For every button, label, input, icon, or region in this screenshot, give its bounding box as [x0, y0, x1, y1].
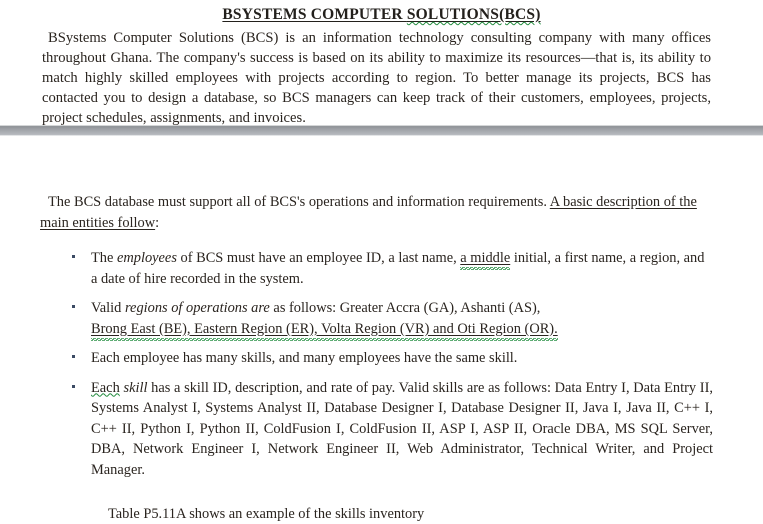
- list-item: The employees of BCS must have an employ…: [72, 248, 713, 289]
- bullet-marker-icon: [72, 305, 75, 308]
- lead-paragraph: The BCS database must support all of BCS…: [40, 192, 711, 234]
- intro-paragraph: BSystems Computer Solutions (BCS) is an …: [42, 30, 711, 126]
- list-item: Valid regions of operations are as follo…: [72, 298, 713, 339]
- list-item: Each employee has many skills, and many …: [72, 348, 713, 369]
- text-segment: has a skill ID, description, and rate of…: [91, 379, 713, 478]
- page-title-underlined-text: BSYSTEMS COMPUTER SOLUTIONS(BCS): [222, 6, 540, 23]
- text-segment-italic: employees: [116, 250, 177, 266]
- list-item-text: Each employee has many skills, and many …: [91, 350, 518, 366]
- list-item: Each skill has a skill ID, description, …: [72, 378, 713, 481]
- body-section: The BCS database must support all of BCS…: [0, 192, 763, 524]
- entity-description-list: The employees of BCS must have an employ…: [0, 248, 763, 480]
- text-segment-underlined-spellcheck: Brong East (BE), Eastern Region (ER), Vo…: [91, 320, 558, 337]
- horizontal-separator-bar: [0, 125, 763, 136]
- bullet-marker-icon: [72, 355, 75, 358]
- list-item-text: The employees of BCS must have an employ…: [91, 250, 704, 287]
- text-segment: of BCS must have an employee ID, a last …: [176, 250, 461, 266]
- list-item-text: Each skill has a skill ID, description, …: [91, 380, 713, 478]
- list-item-text: Valid regions of operations are as follo…: [91, 300, 558, 337]
- document-page: BSYSTEMS COMPUTER SOLUTIONS(BCS) BSystem…: [0, 0, 763, 522]
- text-segment-spellcheck: Each: [91, 379, 120, 396]
- table-reference-note: Table P5.11A shows an example of the ski…: [108, 506, 425, 522]
- lead-paragraph-tail: :: [155, 215, 160, 231]
- text-segment: as follows: Greater Accra (GA), Ashanti …: [269, 300, 541, 316]
- bullet-marker-icon: [72, 255, 75, 258]
- text-segment: Valid: [91, 300, 125, 316]
- text-segment: The: [91, 250, 117, 266]
- page-title: BSYSTEMS COMPUTER SOLUTIONS(BCS): [0, 0, 763, 24]
- text-segment-italic: skill: [123, 379, 148, 396]
- page-title-prefix: BSYSTEMS COMPUTER: [222, 6, 407, 23]
- text-segment-spellcheck: a middle: [460, 250, 511, 266]
- bullet-marker-icon: [72, 384, 75, 388]
- page-title-misspelled-word: SOLUTIONS(BCS): [406, 6, 541, 23]
- text-segment-italic: regions of operations are: [124, 300, 270, 316]
- lead-paragraph-plain: The BCS database must support all of BCS…: [48, 194, 550, 210]
